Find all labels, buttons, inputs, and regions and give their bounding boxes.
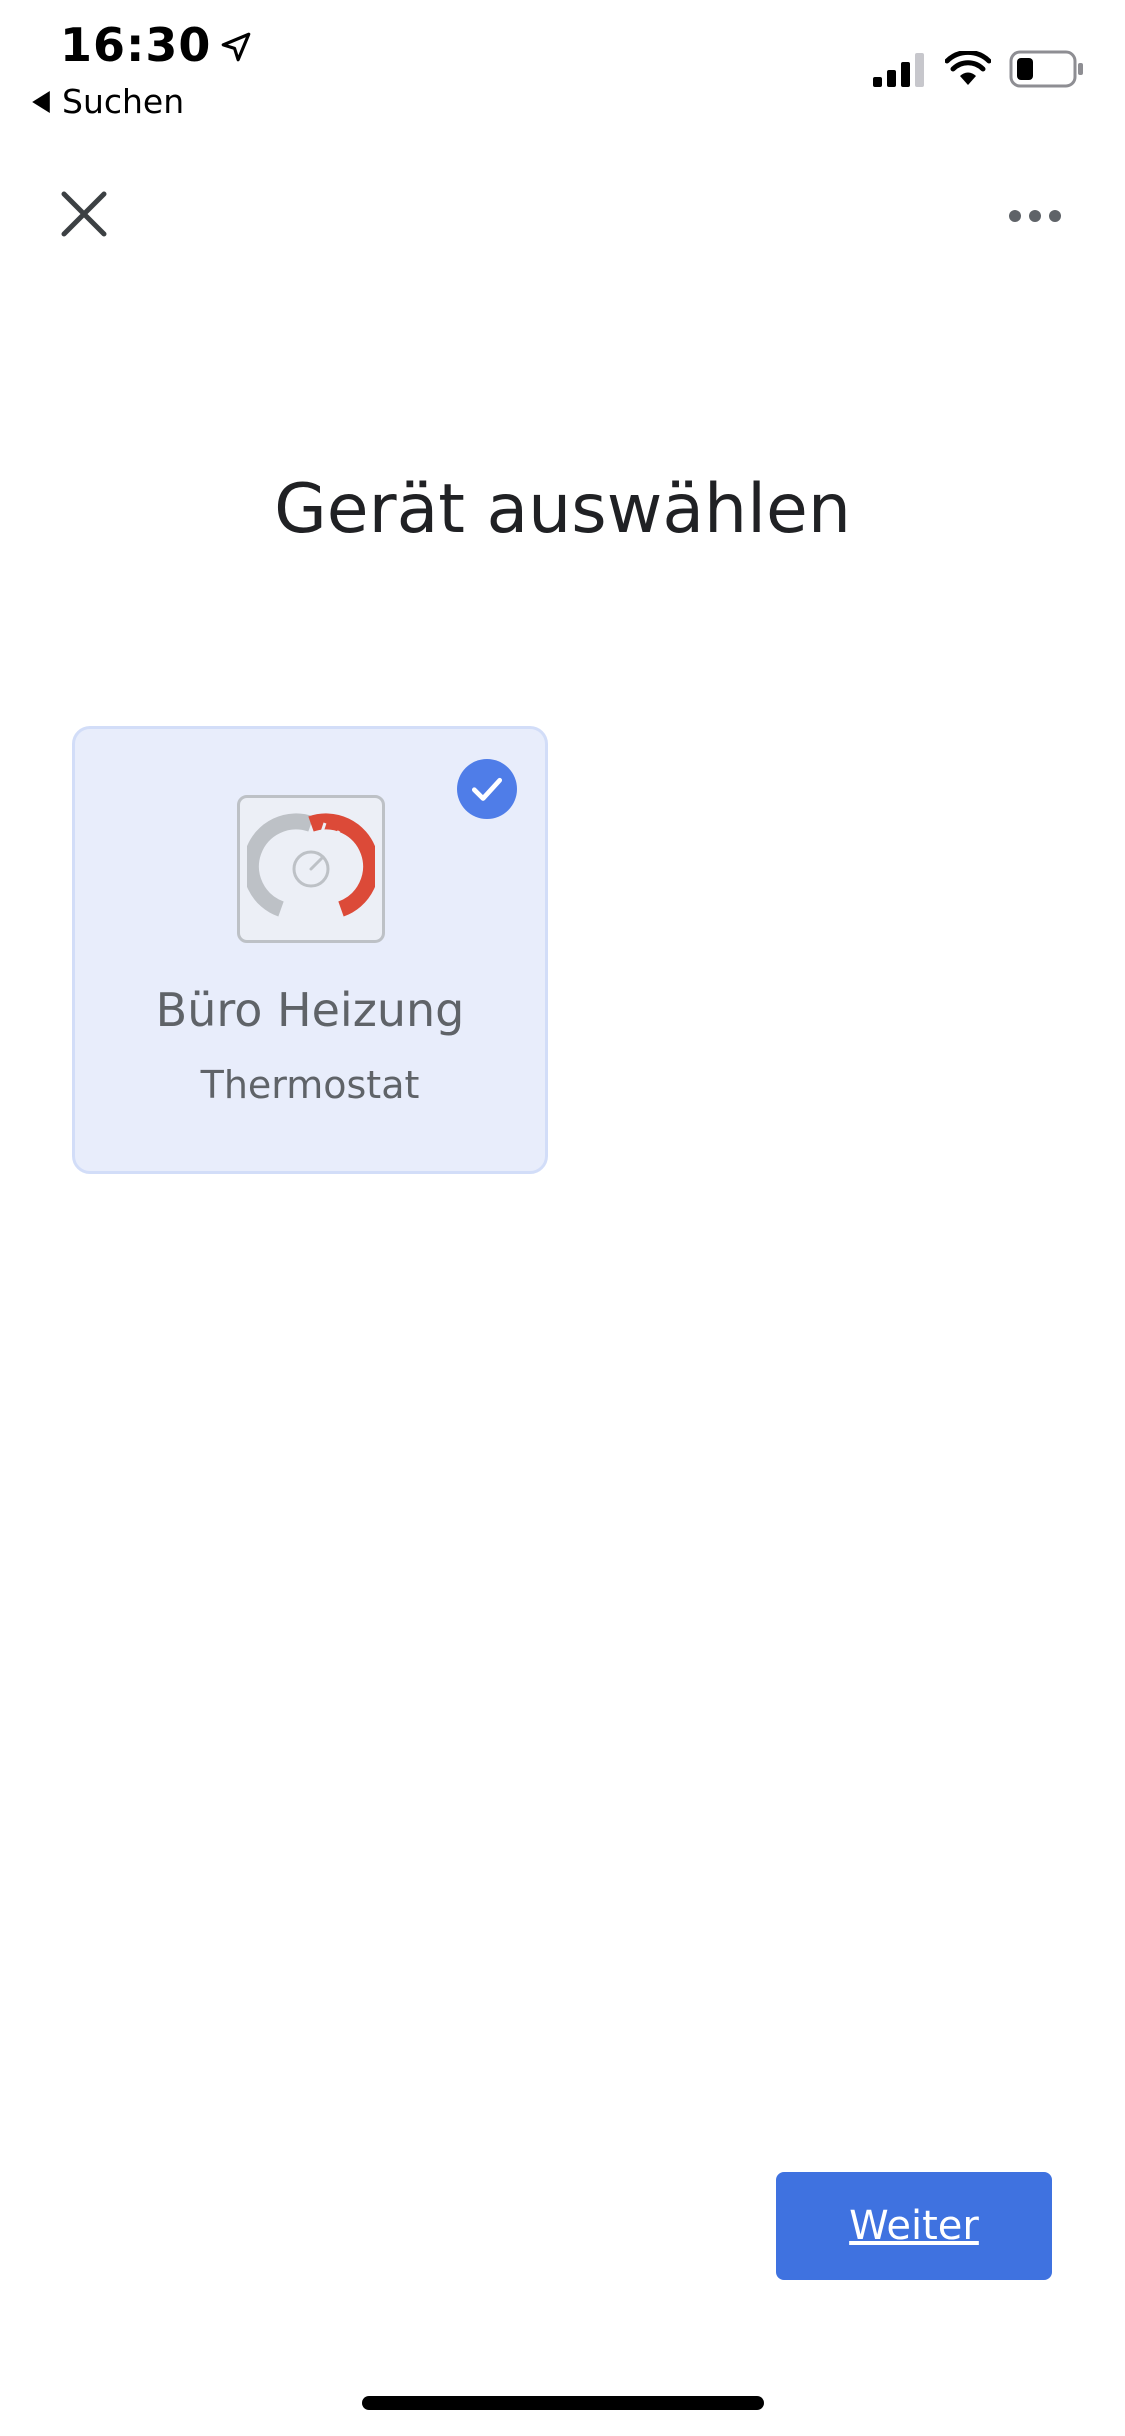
more-horizontal-icon [1009, 210, 1061, 222]
device-name: Büro Heizung [155, 983, 465, 1037]
cellular-signal-icon [873, 53, 924, 87]
checkmark-icon [471, 777, 503, 801]
next-button[interactable]: Weiter [776, 2172, 1052, 2280]
more-options-button[interactable] [1003, 196, 1067, 236]
location-arrow-icon [222, 32, 251, 62]
back-to-app-label: Suchen [62, 82, 185, 121]
wifi-icon [945, 51, 991, 85]
back-to-app-link[interactable]: Suchen [30, 82, 184, 121]
status-time: 16:30 [60, 18, 253, 72]
close-button[interactable] [52, 182, 116, 246]
close-icon [61, 191, 107, 237]
status-indicators [873, 50, 1085, 88]
device-type: Thermostat [200, 1063, 420, 1107]
status-time-text: 16:30 [60, 18, 212, 72]
back-triangle-icon [32, 90, 50, 113]
selected-badge [457, 759, 517, 819]
battery-icon [1009, 50, 1083, 88]
home-indicator [362, 2396, 764, 2410]
device-card[interactable]: Büro Heizung Thermostat [72, 726, 548, 1174]
thermostat-icon [237, 795, 385, 943]
page-title: Gerät auswählen [274, 470, 851, 549]
